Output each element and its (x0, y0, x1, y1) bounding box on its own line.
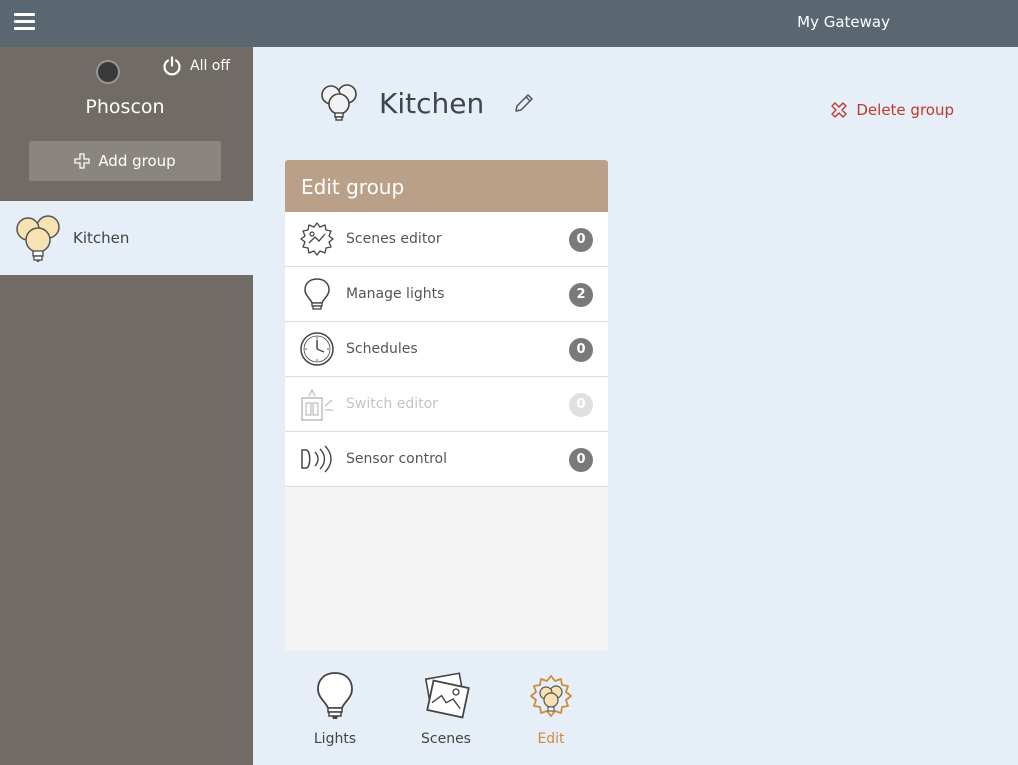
panel-title: Edit group (285, 160, 608, 212)
delete-icon (831, 102, 848, 118)
sidebar-item-kitchen[interactable]: Kitchen (0, 201, 253, 275)
manage-lights-row[interactable]: Manage lights 2 (285, 267, 608, 322)
scenes-editor-row[interactable]: Scenes editor 0 (285, 212, 608, 267)
pencil-icon[interactable] (512, 91, 536, 115)
schedules-row[interactable]: Schedules 0 (285, 322, 608, 377)
row-label: Manage lights (346, 286, 445, 302)
brand-title: Phoscon (85, 96, 165, 118)
power-icon (163, 56, 181, 76)
clock-icon (300, 332, 334, 366)
sidebar: All off Phoscon Add group Kitchen (0, 47, 253, 765)
edit-group-panel: Edit group Scenes editor 0 Manage lights… (285, 160, 608, 651)
plus-icon (74, 153, 90, 169)
count-badge: 0 (569, 448, 593, 472)
scenes-gear-icon (300, 222, 334, 256)
sensor-control-row[interactable]: Sensor control 0 (285, 432, 608, 487)
group-bulbs-icon (16, 215, 60, 262)
count-badge: 2 (569, 283, 593, 307)
hamburger-icon[interactable] (14, 13, 35, 32)
all-off-button[interactable]: All off (162, 55, 230, 77)
group-bulbs-icon (321, 84, 357, 121)
add-group-button[interactable]: Add group (29, 141, 221, 181)
row-label: Sensor control (346, 451, 447, 467)
count-badge: 0 (569, 338, 593, 362)
count-badge: 0 (569, 393, 593, 417)
bottom-tabs: Lights Scenes Edit (285, 670, 608, 760)
top-bar: My Gateway (0, 0, 1018, 47)
row-label: Switch editor (346, 396, 438, 412)
tab-scenes[interactable]: Scenes (396, 670, 496, 747)
status-indicator (96, 60, 120, 84)
tab-lights[interactable]: Lights (285, 670, 385, 747)
tab-edit[interactable]: Edit (501, 670, 601, 747)
delete-group-button[interactable]: Delete group (830, 101, 954, 119)
add-group-label: Add group (98, 152, 176, 170)
delete-group-label: Delete group (856, 101, 954, 119)
bulb-icon (304, 278, 330, 310)
sensor-icon (301, 445, 332, 473)
bulb-icon (317, 672, 353, 719)
tab-label: Scenes (421, 731, 471, 747)
group-title: Kitchen (379, 86, 485, 120)
row-label: Schedules (346, 341, 418, 357)
count-badge: 0 (569, 228, 593, 252)
switch-icon (301, 388, 333, 421)
edit-gear-icon (530, 675, 572, 717)
tab-label: Edit (537, 731, 565, 747)
gateway-name: My Gateway (797, 13, 890, 31)
all-off-label: All off (190, 58, 231, 74)
group-header: Kitchen (318, 82, 536, 124)
tab-label: Lights (313, 731, 357, 747)
scenes-pictures-icon (424, 672, 470, 719)
sidebar-item-label: Kitchen (73, 229, 130, 247)
switch-editor-row[interactable]: Switch editor 0 (285, 377, 608, 432)
row-label: Scenes editor (346, 231, 442, 247)
